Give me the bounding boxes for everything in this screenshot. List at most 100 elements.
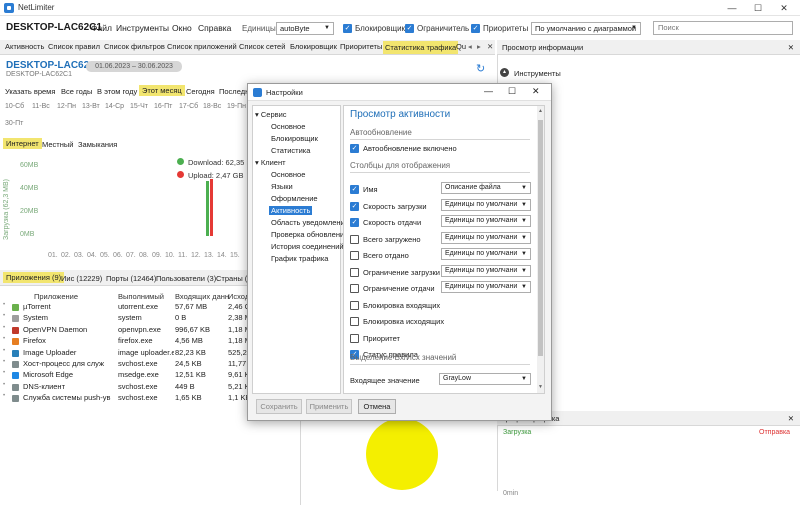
nav-service-general[interactable]: Основное (271, 122, 305, 131)
tab-applications[interactable]: Приложения (9) (3, 272, 65, 283)
scroll-down-icon[interactable]: ▼ (538, 384, 543, 390)
menu-window[interactable]: Окно (172, 23, 192, 33)
period-last[interactable]: Последн (219, 87, 249, 96)
column-checkbox[interactable] (350, 251, 359, 260)
collapse-icon[interactable]: ▴ (500, 68, 509, 77)
period-custom[interactable]: Указать время (5, 87, 55, 96)
tab-priorities[interactable]: Приоритеты (340, 42, 382, 51)
expand-icon[interactable]: • (3, 336, 5, 342)
chevron-left-icon[interactable]: ◂ (468, 42, 472, 51)
period-this-year[interactable]: В этом году (97, 87, 137, 96)
column-unit-select[interactable]: Описание файла ▼ (441, 182, 531, 194)
tab-quota[interactable]: Qu (456, 42, 466, 51)
date-range-badge[interactable]: 01.06.2023 – 30.06.2023 (86, 61, 182, 72)
column-checkbox[interactable] (350, 333, 359, 343)
scope-local[interactable]: Местный (42, 140, 73, 149)
settings-scrollbar[interactable]: ▲ ▼ (537, 106, 544, 393)
nav-client-group[interactable]: ▾ Клиент (255, 158, 286, 167)
close-icon[interactable]: ✕ (532, 86, 540, 97)
scope-loopback[interactable]: Замыкания (78, 140, 117, 149)
expand-icon[interactable]: • (3, 302, 5, 308)
column-checkbox[interactable]: ✓ (350, 185, 359, 194)
day-tick[interactable]: 12-Пн (57, 103, 76, 110)
menu-help[interactable]: Справка (198, 23, 231, 33)
col-executable[interactable]: Выполнимый (118, 292, 164, 301)
day-tick[interactable]: 11-Вс (32, 103, 50, 110)
expand-icon[interactable]: • (3, 393, 5, 399)
day-tick[interactable]: 15-Чт (130, 103, 148, 110)
expand-icon[interactable]: • (3, 313, 5, 319)
day-tick[interactable]: 19-Пн (227, 103, 246, 110)
nav-client-traffic-graph[interactable]: График трафика (271, 254, 328, 263)
column-unit-select[interactable]: Единицы по умолчани ▼ (441, 215, 531, 227)
period-all-years[interactable]: Все годы (61, 87, 92, 96)
close-icon[interactable]: ✕ (772, 1, 796, 15)
units-select[interactable]: autoByte ▼ (276, 22, 334, 35)
nav-client-updates[interactable]: Проверка обновлений (271, 230, 348, 239)
tab-ip[interactable]: Ииc (12229) (61, 274, 102, 283)
day-tick[interactable]: 16-Пт (154, 103, 172, 110)
column-unit-select[interactable]: Единицы по умолчани ▼ (441, 264, 531, 277)
nav-service-blocker[interactable]: Блокировщик (271, 134, 318, 143)
day-tick[interactable]: 14-Ср (105, 103, 124, 110)
day-tick[interactable]: 18-Вс (203, 103, 221, 110)
tab-app-list[interactable]: Список приложений (167, 42, 237, 51)
expand-icon[interactable]: • (3, 382, 5, 388)
period-this-month[interactable]: Этот месяц (139, 85, 185, 96)
tab-ports[interactable]: Порты (12464) (106, 274, 156, 283)
close-tab-icon[interactable]: ✕ (487, 42, 493, 51)
close-icon[interactable]: ✕ (788, 40, 794, 55)
nav-service-group[interactable]: ▾ Сервис (255, 110, 287, 119)
menu-file[interactable]: Файл (91, 23, 112, 33)
col-in[interactable]: Входящих данн (175, 292, 229, 301)
day-tick[interactable]: 30-Пт (5, 120, 23, 127)
column-checkbox[interactable] (350, 234, 359, 244)
day-tick[interactable]: 10-Сб (5, 103, 24, 110)
nav-client-notifications[interactable]: Область уведомлений (271, 218, 349, 227)
column-unit-select[interactable]: Единицы по умолчани ▼ (441, 231, 531, 244)
maximize-icon[interactable]: ☐ (508, 86, 516, 97)
priorities-checkbox[interactable]: ✓ (471, 24, 480, 33)
chevron-right-icon[interactable]: ▸ (477, 42, 481, 51)
nav-client-general[interactable]: Основное (271, 170, 305, 179)
scope-internet[interactable]: Интернет (3, 138, 42, 149)
nav-client-history[interactable]: История соединений (271, 242, 344, 251)
nav-service-stats[interactable]: Статистика (271, 146, 310, 155)
nav-client-languages[interactable]: Языки (271, 182, 293, 191)
incoming-select[interactable]: GrayLow ▼ (439, 373, 531, 385)
cancel-button[interactable]: Отмена (358, 399, 396, 414)
day-tick[interactable]: 17-Сб (179, 103, 198, 110)
tab-users[interactable]: Пользователи (3) (156, 274, 216, 283)
limiter-checkbox[interactable]: ✓ (405, 24, 414, 33)
tab-activity[interactable]: Активность (5, 42, 44, 51)
period-today[interactable]: Сегодня (186, 87, 215, 96)
view-select[interactable]: По умолчанию с диаграммой ▼ (531, 22, 641, 35)
tab-blocker[interactable]: Блокировщик (290, 42, 337, 51)
blocker-checkbox[interactable]: ✓ (343, 24, 352, 33)
tab-traffic-stats[interactable]: Статистика трафика (383, 41, 459, 54)
column-checkbox[interactable] (350, 284, 359, 293)
expand-icon[interactable]: • (3, 359, 5, 365)
day-tick[interactable]: 13-Вт (82, 103, 100, 110)
tab-rule-list[interactable]: Список правил (48, 42, 100, 51)
scroll-up-icon[interactable]: ▲ (538, 108, 543, 114)
column-checkbox[interactable] (350, 317, 359, 326)
column-checkbox[interactable] (350, 300, 359, 310)
column-unit-select[interactable]: Единицы по умолчани ▼ (441, 281, 531, 293)
expand-icon[interactable]: • (3, 370, 5, 376)
tools-section[interactable]: Инструменты (514, 69, 561, 78)
col-application[interactable]: Приложение (34, 292, 78, 301)
scrollbar-thumb[interactable] (538, 120, 543, 356)
column-unit-select[interactable]: Единицы по умолчани ▼ (441, 198, 531, 211)
menu-tools[interactable]: Инструменты (116, 23, 169, 33)
nav-client-appearance[interactable]: Оформление (271, 194, 318, 203)
refresh-icon[interactable]: ↻ (476, 62, 485, 75)
column-unit-select[interactable]: Единицы по умолчани ▼ (441, 248, 531, 260)
tab-filter-list[interactable]: Список фильтров (104, 42, 165, 51)
apply-button[interactable]: Применить (306, 399, 352, 414)
column-checkbox[interactable]: ✓ (350, 201, 359, 211)
nav-client-activity[interactable]: Активность (269, 206, 313, 215)
save-button[interactable]: Сохранить (256, 399, 302, 414)
tab-network-list[interactable]: Список сетей (239, 42, 285, 51)
column-checkbox[interactable]: ✓ (350, 218, 359, 227)
